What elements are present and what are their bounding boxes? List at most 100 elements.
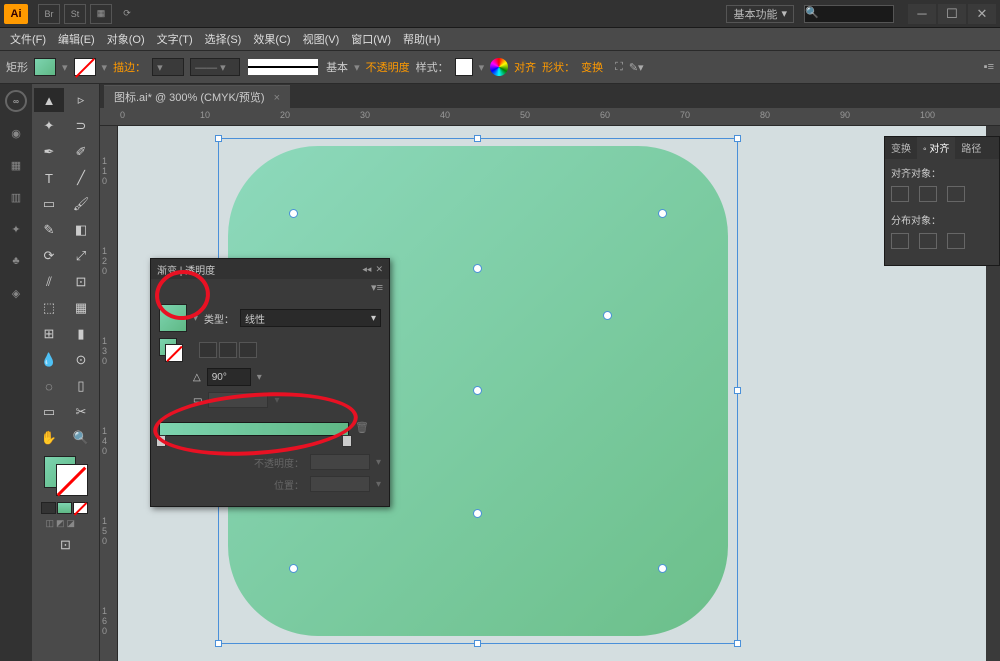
curvature-tool[interactable]: ✐ bbox=[66, 140, 96, 164]
free-transform-tool[interactable]: ⊡ bbox=[66, 270, 96, 294]
line-tool[interactable]: ╱ bbox=[66, 166, 96, 190]
tab-transform[interactable]: 变换 bbox=[885, 137, 917, 159]
panel-collapse-icon[interactable]: ◂◂ bbox=[362, 264, 371, 275]
lasso-tool[interactable]: ⊃ bbox=[66, 114, 96, 138]
tab-align[interactable]: ◦ 对齐 bbox=[917, 137, 955, 159]
corner-widget-bl[interactable] bbox=[289, 564, 298, 573]
type-tool[interactable]: T bbox=[34, 166, 64, 190]
symbols-icon[interactable]: ✦ bbox=[5, 218, 27, 240]
color-icon[interactable]: ◉ bbox=[5, 122, 27, 144]
gradient-stop-left[interactable] bbox=[156, 435, 166, 447]
gradient-angle-input[interactable]: 90° bbox=[207, 368, 251, 386]
arrange-docs-button[interactable]: ▦ bbox=[90, 4, 112, 24]
corner-widget-br[interactable] bbox=[658, 564, 667, 573]
handle-br[interactable] bbox=[734, 640, 741, 647]
bridge-button[interactable]: Br bbox=[38, 4, 60, 24]
draw-mode-icon[interactable]: ◫ bbox=[46, 518, 55, 529]
artboard-tool[interactable]: ▭ bbox=[34, 400, 64, 424]
zoom-tool[interactable]: 🔍 bbox=[66, 426, 96, 450]
maximize-button[interactable]: ☐ bbox=[938, 4, 966, 24]
width-tool[interactable]: ⫽ bbox=[34, 270, 64, 294]
distribute-top-icon[interactable] bbox=[891, 233, 909, 249]
stroke-grad-3[interactable] bbox=[239, 342, 257, 358]
rotate-tool[interactable]: ⟳ bbox=[34, 244, 64, 268]
workspace-switcher[interactable]: 基本功能 ▾ bbox=[726, 5, 794, 23]
fill-stroke-box[interactable] bbox=[44, 456, 88, 496]
menu-edit[interactable]: 编辑(E) bbox=[52, 31, 101, 47]
align-left-icon[interactable] bbox=[891, 186, 909, 202]
isolate-icon[interactable]: ⛶ bbox=[615, 61, 623, 74]
symbol-sprayer-tool[interactable]: ◌ bbox=[34, 374, 64, 398]
menu-type[interactable]: 文字(T) bbox=[151, 31, 199, 47]
delete-stop-icon[interactable]: 🗑 bbox=[355, 421, 369, 434]
color-mode[interactable] bbox=[41, 502, 56, 514]
menu-effect[interactable]: 效果(C) bbox=[247, 31, 296, 47]
shape-builder-tool[interactable]: ⬚ bbox=[34, 296, 64, 320]
search-input[interactable]: 🔍 bbox=[804, 5, 894, 23]
handle-bl[interactable] bbox=[215, 640, 222, 647]
fill-swatch[interactable] bbox=[34, 58, 56, 76]
cc-libraries-icon[interactable]: ∞ bbox=[5, 90, 27, 112]
panel-header[interactable]: 渐变 | 透明度 ◂◂ ✕ bbox=[151, 259, 389, 279]
handle-mr[interactable] bbox=[734, 387, 741, 394]
menu-object[interactable]: 对象(O) bbox=[101, 31, 151, 47]
edge-top[interactable] bbox=[473, 264, 482, 273]
menu-file[interactable]: 文件(F) bbox=[4, 31, 52, 47]
center-point[interactable] bbox=[473, 386, 482, 395]
handle-tl[interactable] bbox=[215, 135, 222, 142]
gradient-panel[interactable]: 渐变 | 透明度 ◂◂ ✕ ▾≡ ▾ 类型： 线性▾ △ 90°▾ ▭ ▾ bbox=[150, 258, 390, 507]
document-tab[interactable]: 图标.ai* @ 300% (CMYK/预览) × bbox=[104, 85, 290, 108]
selection-tool[interactable]: ▲ bbox=[34, 88, 64, 112]
rectangle-tool[interactable]: ▭ bbox=[34, 192, 64, 216]
recolor-button[interactable] bbox=[490, 58, 508, 76]
brush-definition[interactable] bbox=[248, 59, 318, 75]
paintbrush-tool[interactable]: 🖌 bbox=[66, 192, 96, 216]
eyedropper-tool[interactable]: 💧 bbox=[34, 348, 64, 372]
magic-wand-tool[interactable]: ✦ bbox=[34, 114, 64, 138]
stock-button[interactable]: St bbox=[64, 4, 86, 24]
blend-tool[interactable]: ⊙ bbox=[66, 348, 96, 372]
panel-menu-icon[interactable]: ▾≡ bbox=[371, 282, 383, 294]
layers-icon[interactable]: ◈ bbox=[5, 282, 27, 304]
hand-tool[interactable]: ✋ bbox=[34, 426, 64, 450]
corner-widget-tl[interactable] bbox=[289, 209, 298, 218]
stroke-swatch[interactable] bbox=[74, 58, 96, 76]
graphic-style[interactable] bbox=[455, 58, 473, 76]
gradient-mode[interactable] bbox=[57, 502, 72, 514]
panel-menu-icon[interactable]: ▪≡ bbox=[984, 61, 994, 73]
shape-btn[interactable]: 形状： bbox=[542, 59, 575, 75]
perspective-tool[interactable]: ▦ bbox=[66, 296, 96, 320]
none-mode[interactable] bbox=[73, 502, 88, 514]
gradient-preview-swatch[interactable] bbox=[159, 304, 187, 332]
distribute-vcenter-icon[interactable] bbox=[919, 233, 937, 249]
stroke-grad-1[interactable] bbox=[199, 342, 217, 358]
swatches-icon[interactable]: ▦ bbox=[5, 154, 27, 176]
transform-label[interactable]: 变换 bbox=[581, 59, 603, 75]
graph-tool[interactable]: ▯ bbox=[66, 374, 96, 398]
eraser-tool[interactable]: ◧ bbox=[66, 218, 96, 242]
stroke-label[interactable]: 描边： bbox=[113, 59, 146, 75]
menu-window[interactable]: 窗口(W) bbox=[345, 31, 397, 47]
slice-tool[interactable]: ✂ bbox=[66, 400, 96, 424]
gradient-fill-stroke[interactable] bbox=[159, 338, 183, 362]
var-width-profile[interactable]: —— ▾ bbox=[190, 58, 240, 76]
gradient-tool[interactable]: ▮ bbox=[66, 322, 96, 346]
align-label[interactable]: 对齐 bbox=[514, 59, 536, 75]
edit-icon[interactable]: ✎▾ bbox=[629, 61, 644, 74]
scale-tool[interactable]: ⤢ bbox=[66, 244, 96, 268]
align-panel[interactable]: 变换 ◦ 对齐 路径 对齐对象： 分布对象： bbox=[884, 136, 1000, 266]
panel-close-icon[interactable]: ✕ bbox=[375, 264, 383, 275]
distribute-bottom-icon[interactable] bbox=[947, 233, 965, 249]
handle-bm[interactable] bbox=[474, 640, 481, 647]
mesh-tool[interactable]: ⊞ bbox=[34, 322, 64, 346]
menu-select[interactable]: 选择(S) bbox=[199, 31, 248, 47]
pen-tool[interactable]: ✒ bbox=[34, 140, 64, 164]
handle-tr[interactable] bbox=[734, 135, 741, 142]
gpu-button[interactable]: ⟳ bbox=[116, 4, 138, 24]
stroke-grad-2[interactable] bbox=[219, 342, 237, 358]
align-right-icon[interactable] bbox=[947, 186, 965, 202]
gradient-ramp[interactable] bbox=[159, 422, 349, 436]
direct-selection-tool[interactable]: ▹ bbox=[66, 88, 96, 112]
menu-help[interactable]: 帮助(H) bbox=[397, 31, 446, 47]
align-hcenter-icon[interactable] bbox=[919, 186, 937, 202]
